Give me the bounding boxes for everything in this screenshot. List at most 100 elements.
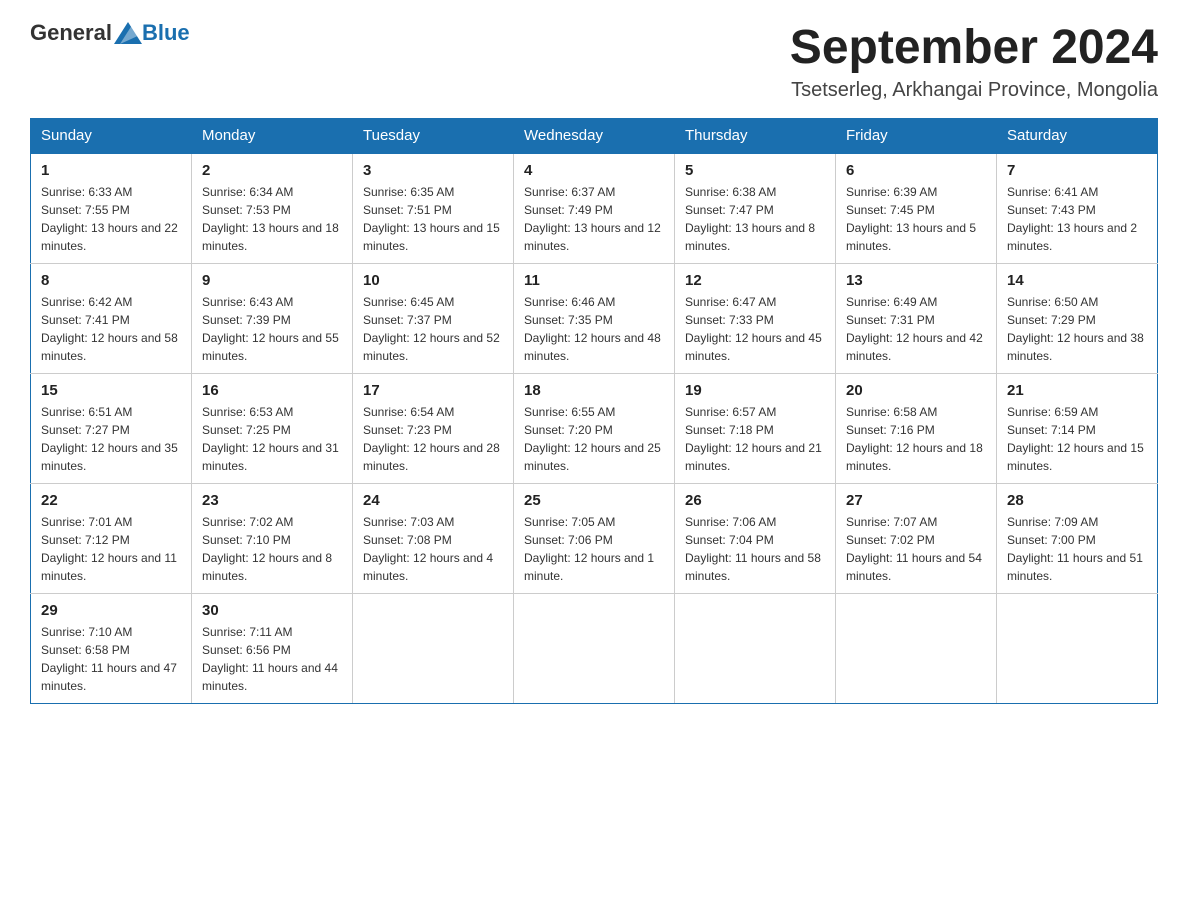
day-number: 10: [363, 272, 503, 289]
calendar-cell: 9 Sunrise: 6:43 AMSunset: 7:39 PMDaylight…: [192, 264, 353, 374]
calendar-week-row: 22 Sunrise: 7:01 AMSunset: 7:12 PMDayligh…: [31, 484, 1158, 594]
day-info: Sunrise: 6:51 AMSunset: 7:27 PMDaylight:…: [41, 403, 181, 475]
day-number: 16: [202, 382, 342, 399]
day-info: Sunrise: 7:02 AMSunset: 7:10 PMDaylight:…: [202, 513, 342, 585]
day-info: Sunrise: 6:42 AMSunset: 7:41 PMDaylight:…: [41, 293, 181, 365]
calendar-cell: 8 Sunrise: 6:42 AMSunset: 7:41 PMDaylight…: [31, 264, 192, 374]
header: General Blue September 2024 Tsetserleg, …: [30, 20, 1158, 102]
day-info: Sunrise: 6:38 AMSunset: 7:47 PMDaylight:…: [685, 183, 825, 255]
day-number: 7: [1007, 162, 1147, 179]
location-subtitle: Tsetserleg, Arkhangai Province, Mongolia: [790, 79, 1158, 102]
day-info: Sunrise: 6:39 AMSunset: 7:45 PMDaylight:…: [846, 183, 986, 255]
day-number: 15: [41, 382, 181, 399]
day-number: 5: [685, 162, 825, 179]
calendar-cell: 15 Sunrise: 6:51 AMSunset: 7:27 PMDayligh…: [31, 374, 192, 484]
calendar-cell: 25 Sunrise: 7:05 AMSunset: 7:06 PMDayligh…: [514, 484, 675, 594]
calendar-cell: 10 Sunrise: 6:45 AMSunset: 7:37 PMDayligh…: [353, 264, 514, 374]
day-number: 27: [846, 492, 986, 509]
day-number: 2: [202, 162, 342, 179]
day-info: Sunrise: 6:59 AMSunset: 7:14 PMDaylight:…: [1007, 403, 1147, 475]
day-number: 12: [685, 272, 825, 289]
calendar-week-row: 29Sunrise: 7:10 AMSunset: 6:58 PMDayligh…: [31, 594, 1158, 704]
calendar-cell: 21Sunrise: 6:59 AMSunset: 7:14 PMDayligh…: [997, 374, 1158, 484]
calendar-cell: 4 Sunrise: 6:37 AMSunset: 7:49 PMDaylight…: [514, 153, 675, 264]
calendar-cell: 23 Sunrise: 7:02 AMSunset: 7:10 PMDayligh…: [192, 484, 353, 594]
day-info: Sunrise: 6:58 AMSunset: 7:16 PMDaylight:…: [846, 403, 986, 475]
day-number: 20: [846, 382, 986, 399]
day-number: 1: [41, 162, 181, 179]
calendar-cell: [997, 594, 1158, 704]
calendar-table: SundayMondayTuesdayWednesdayThursdayFrid…: [30, 118, 1158, 704]
day-info: Sunrise: 6:46 AMSunset: 7:35 PMDaylight:…: [524, 293, 664, 365]
calendar-cell: [836, 594, 997, 704]
month-title: September 2024: [790, 20, 1158, 75]
day-number: 17: [363, 382, 503, 399]
day-number: 11: [524, 272, 664, 289]
day-info: Sunrise: 7:11 AMSunset: 6:56 PMDaylight:…: [202, 623, 342, 695]
calendar-cell: 13 Sunrise: 6:49 AMSunset: 7:31 PMDayligh…: [836, 264, 997, 374]
calendar-cell: [353, 594, 514, 704]
weekday-header-row: SundayMondayTuesdayWednesdayThursdayFrid…: [31, 119, 1158, 154]
day-info: Sunrise: 7:09 AMSunset: 7:00 PMDaylight:…: [1007, 513, 1147, 585]
day-number: 18: [524, 382, 664, 399]
day-info: Sunrise: 6:37 AMSunset: 7:49 PMDaylight:…: [524, 183, 664, 255]
logo-blue-text: Blue: [142, 20, 190, 46]
title-area: September 2024 Tsetserleg, Arkhangai Pro…: [790, 20, 1158, 102]
day-info: Sunrise: 7:05 AMSunset: 7:06 PMDaylight:…: [524, 513, 664, 585]
day-info: Sunrise: 6:45 AMSunset: 7:37 PMDaylight:…: [363, 293, 503, 365]
calendar-cell: 1 Sunrise: 6:33 AMSunset: 7:55 PMDaylight…: [31, 153, 192, 264]
calendar-cell: 16 Sunrise: 6:53 AMSunset: 7:25 PMDayligh…: [192, 374, 353, 484]
day-number: 13: [846, 272, 986, 289]
day-number: 19: [685, 382, 825, 399]
day-info: Sunrise: 7:01 AMSunset: 7:12 PMDaylight:…: [41, 513, 181, 585]
weekday-header-tuesday: Tuesday: [353, 119, 514, 154]
logo-general-text: General: [30, 20, 112, 46]
day-info: Sunrise: 7:06 AMSunset: 7:04 PMDaylight:…: [685, 513, 825, 585]
day-number: 26: [685, 492, 825, 509]
day-info: Sunrise: 6:33 AMSunset: 7:55 PMDaylight:…: [41, 183, 181, 255]
calendar-cell: 17Sunrise: 6:54 AMSunset: 7:23 PMDayligh…: [353, 374, 514, 484]
calendar-cell: 14 Sunrise: 6:50 AMSunset: 7:29 PMDayligh…: [997, 264, 1158, 374]
calendar-cell: 3 Sunrise: 6:35 AMSunset: 7:51 PMDaylight…: [353, 153, 514, 264]
calendar-cell: 11 Sunrise: 6:46 AMSunset: 7:35 PMDayligh…: [514, 264, 675, 374]
day-info: Sunrise: 6:41 AMSunset: 7:43 PMDaylight:…: [1007, 183, 1147, 255]
calendar-cell: 6 Sunrise: 6:39 AMSunset: 7:45 PMDaylight…: [836, 153, 997, 264]
day-number: 6: [846, 162, 986, 179]
calendar-week-row: 15 Sunrise: 6:51 AMSunset: 7:27 PMDayligh…: [31, 374, 1158, 484]
day-number: 9: [202, 272, 342, 289]
weekday-header-thursday: Thursday: [675, 119, 836, 154]
day-info: Sunrise: 6:43 AMSunset: 7:39 PMDaylight:…: [202, 293, 342, 365]
day-info: Sunrise: 6:50 AMSunset: 7:29 PMDaylight:…: [1007, 293, 1147, 365]
day-info: Sunrise: 6:34 AMSunset: 7:53 PMDaylight:…: [202, 183, 342, 255]
day-info: Sunrise: 6:55 AMSunset: 7:20 PMDaylight:…: [524, 403, 664, 475]
calendar-cell: 26 Sunrise: 7:06 AMSunset: 7:04 PMDayligh…: [675, 484, 836, 594]
calendar-cell: 22 Sunrise: 7:01 AMSunset: 7:12 PMDayligh…: [31, 484, 192, 594]
calendar-cell: 18 Sunrise: 6:55 AMSunset: 7:20 PMDayligh…: [514, 374, 675, 484]
day-number: 30: [202, 602, 342, 619]
day-info: Sunrise: 6:53 AMSunset: 7:25 PMDaylight:…: [202, 403, 342, 475]
weekday-header-wednesday: Wednesday: [514, 119, 675, 154]
calendar-cell: [514, 594, 675, 704]
day-info: Sunrise: 6:57 AMSunset: 7:18 PMDaylight:…: [685, 403, 825, 475]
calendar-cell: 29Sunrise: 7:10 AMSunset: 6:58 PMDayligh…: [31, 594, 192, 704]
calendar-cell: 30 Sunrise: 7:11 AMSunset: 6:56 PMDayligh…: [192, 594, 353, 704]
logo-icon: [114, 22, 142, 44]
calendar-cell: [675, 594, 836, 704]
day-number: 8: [41, 272, 181, 289]
day-number: 22: [41, 492, 181, 509]
day-info: Sunrise: 7:07 AMSunset: 7:02 PMDaylight:…: [846, 513, 986, 585]
day-number: 28: [1007, 492, 1147, 509]
day-info: Sunrise: 6:47 AMSunset: 7:33 PMDaylight:…: [685, 293, 825, 365]
logo: General Blue: [30, 20, 190, 46]
calendar-cell: 20 Sunrise: 6:58 AMSunset: 7:16 PMDayligh…: [836, 374, 997, 484]
day-number: 23: [202, 492, 342, 509]
weekday-header-saturday: Saturday: [997, 119, 1158, 154]
day-number: 25: [524, 492, 664, 509]
day-number: 3: [363, 162, 503, 179]
day-number: 14: [1007, 272, 1147, 289]
calendar-cell: 12 Sunrise: 6:47 AMSunset: 7:33 PMDayligh…: [675, 264, 836, 374]
day-number: 4: [524, 162, 664, 179]
day-info: Sunrise: 6:35 AMSunset: 7:51 PMDaylight:…: [363, 183, 503, 255]
calendar-cell: 27 Sunrise: 7:07 AMSunset: 7:02 PMDayligh…: [836, 484, 997, 594]
day-info: Sunrise: 6:49 AMSunset: 7:31 PMDaylight:…: [846, 293, 986, 365]
